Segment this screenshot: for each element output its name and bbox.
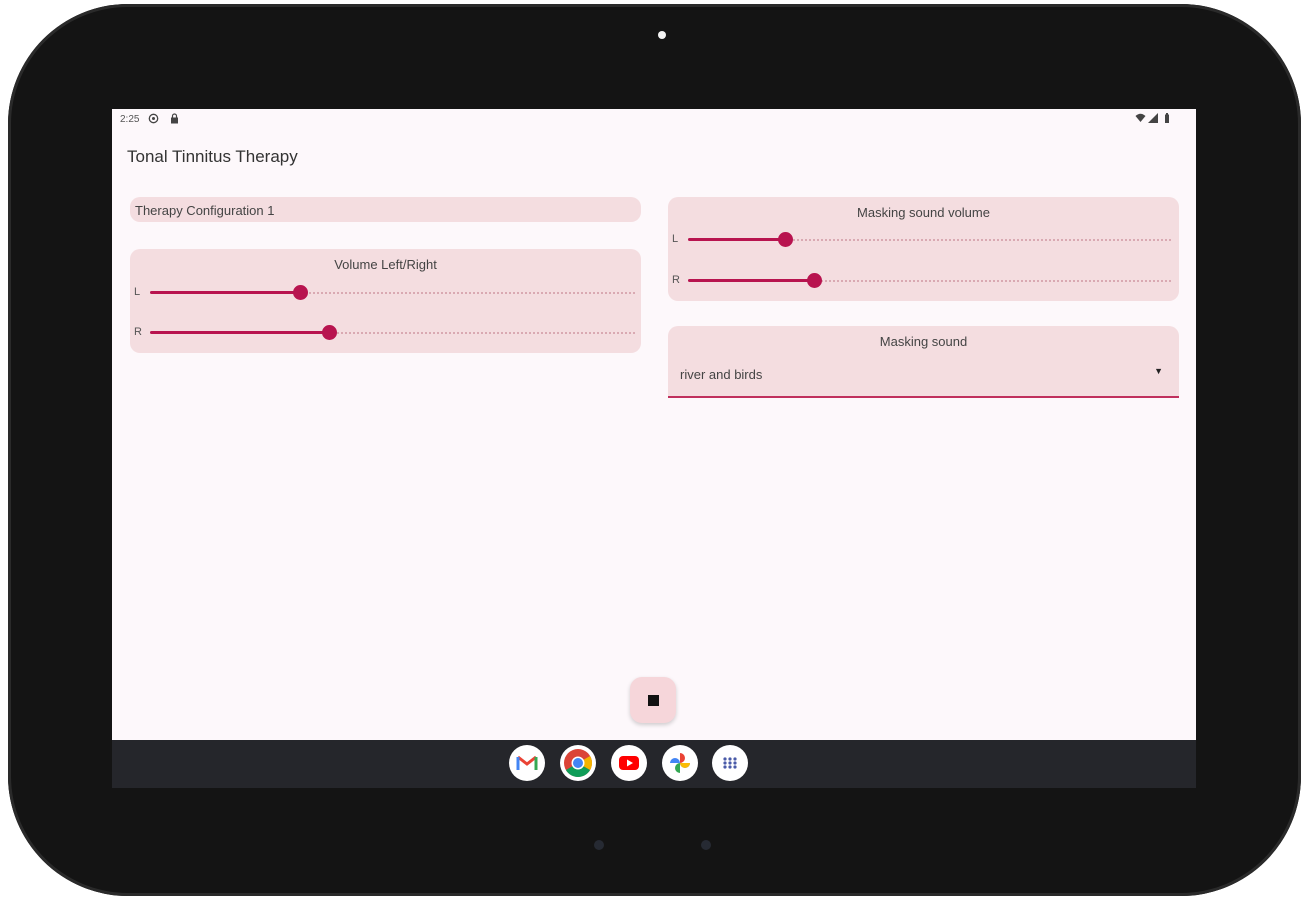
stop-button[interactable] bbox=[630, 677, 676, 723]
app-title: Tonal Tinnitus Therapy bbox=[127, 147, 298, 166]
masking-sound-card: Masking sound river and birds ▼ bbox=[668, 326, 1179, 398]
battery-icon bbox=[1164, 113, 1170, 126]
youtube-icon[interactable] bbox=[611, 745, 647, 781]
slider-active-track bbox=[688, 238, 785, 241]
slider-track bbox=[813, 280, 1171, 282]
lock-status-icon bbox=[170, 113, 179, 127]
slider-thumb[interactable] bbox=[293, 285, 309, 300]
volume-left-right-card: Volume Left/Right L R bbox=[130, 249, 641, 353]
bottom-sensor-left bbox=[594, 840, 604, 850]
signal-icon bbox=[1148, 113, 1158, 126]
dropdown-arrow-icon: ▼ bbox=[1154, 366, 1163, 376]
masking-volume-left-slider[interactable]: L bbox=[668, 230, 1179, 250]
masking-sound-volume-card: Masking sound volume L R bbox=[668, 197, 1179, 301]
volume-left-slider[interactable]: L bbox=[130, 283, 641, 303]
slider-track bbox=[784, 239, 1171, 241]
stop-icon bbox=[648, 695, 659, 706]
slider-active-track bbox=[150, 331, 330, 334]
therapy-configuration-field[interactable]: Therapy Configuration 1 bbox=[130, 197, 641, 222]
status-bar: 2:25 bbox=[112, 109, 1196, 131]
slider-track bbox=[329, 332, 635, 334]
status-time: 2:25 bbox=[120, 114, 140, 125]
device-screen: 2:25 Tonal Tinnitus Therapy Therapy Conf… bbox=[112, 109, 1196, 788]
taskbar bbox=[112, 740, 1196, 788]
slider-active-track bbox=[150, 291, 301, 294]
therapy-configuration-name: Therapy Configuration 1 bbox=[135, 203, 275, 218]
slider-label-left: L bbox=[134, 286, 141, 298]
wifi-icon bbox=[1135, 113, 1146, 126]
slider-active-track bbox=[688, 279, 814, 282]
photos-icon[interactable] bbox=[662, 745, 698, 781]
volume-left-right-title: Volume Left/Right bbox=[334, 257, 437, 272]
bottom-sensor-right bbox=[701, 840, 711, 850]
gmail-icon[interactable] bbox=[509, 745, 545, 781]
masking-sound-dropdown[interactable]: river and birds ▼ bbox=[668, 358, 1179, 398]
slider-label-left: L bbox=[672, 233, 679, 245]
slider-label-right: R bbox=[672, 274, 680, 286]
slider-track bbox=[300, 292, 635, 294]
masking-volume-right-slider[interactable]: R bbox=[668, 271, 1179, 291]
slider-thumb[interactable] bbox=[806, 273, 822, 288]
settings-status-icon bbox=[148, 113, 159, 127]
masking-sound-selected-value: river and birds bbox=[680, 367, 763, 382]
slider-thumb[interactable] bbox=[322, 325, 338, 340]
slider-thumb[interactable] bbox=[777, 232, 793, 247]
masking-sound-volume-title: Masking sound volume bbox=[857, 205, 990, 220]
volume-right-slider[interactable]: R bbox=[130, 323, 641, 343]
masking-sound-title: Masking sound bbox=[879, 334, 968, 349]
app-drawer-icon[interactable] bbox=[712, 745, 748, 781]
front-camera bbox=[658, 31, 666, 39]
chrome-icon[interactable] bbox=[560, 745, 596, 781]
slider-label-right: R bbox=[134, 326, 142, 338]
